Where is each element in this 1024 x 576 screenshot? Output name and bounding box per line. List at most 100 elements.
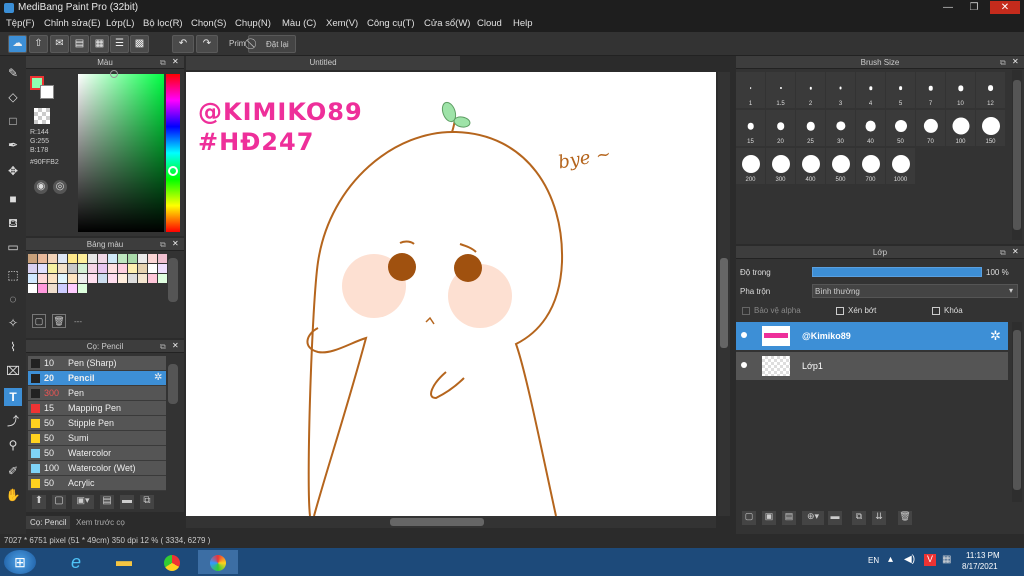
layer-scrollbar[interactable] <box>1012 322 1022 502</box>
palette-swatch[interactable] <box>118 264 127 273</box>
hue-slider[interactable] <box>166 74 180 232</box>
palette-swatch[interactable] <box>128 264 137 273</box>
new-palette-icon[interactable]: ▢ <box>32 314 46 328</box>
visibility-icon[interactable] <box>741 332 747 338</box>
palette-swatch[interactable] <box>38 274 47 283</box>
brush-size-cell[interactable]: 1000 <box>886 148 915 184</box>
brush-menu-icon[interactable]: ▣▾ <box>72 495 94 509</box>
select-tool-icon[interactable]: ⬚ <box>4 266 22 284</box>
brush-size-cell[interactable]: 3 <box>826 72 855 108</box>
trash-icon[interactable]: 🗑 <box>898 511 912 525</box>
redo-icon[interactable]: ↷ <box>196 35 218 53</box>
new-halftone-layer-icon[interactable]: ▣ <box>762 511 776 525</box>
palette-swatch[interactable] <box>38 284 47 293</box>
brush-item[interactable]: 300 Pen <box>28 386 166 401</box>
protect-alpha-checkbox[interactable] <box>742 307 750 315</box>
palette-swatch[interactable] <box>38 254 47 263</box>
brush-size-cell[interactable]: 100 <box>946 110 975 146</box>
palette-swatch[interactable] <box>88 254 97 263</box>
brush-settings-icon[interactable]: ▤ <box>100 495 114 509</box>
palette-swatch[interactable] <box>138 274 147 283</box>
text-tool-icon[interactable]: T <box>4 388 22 406</box>
palette-swatch[interactable] <box>48 284 57 293</box>
palette-swatch[interactable] <box>108 274 117 283</box>
chat-icon[interactable]: ✉ <box>50 35 69 53</box>
popout-icon[interactable]: ⧉ <box>1000 248 1006 258</box>
eyedropper-icon[interactable]: ⚲ <box>4 436 22 454</box>
tab-brush[interactable]: Cọ: Pencil <box>26 516 71 529</box>
new-1bit-layer-icon[interactable]: ▤ <box>782 511 796 525</box>
brush-size-cell[interactable]: 50 <box>886 110 915 146</box>
menu-capture[interactable]: Chụp(N) <box>235 18 271 29</box>
palette-swatch[interactable] <box>148 264 157 273</box>
folder-icon[interactable]: ▬ <box>120 495 134 509</box>
palette-swatch[interactable] <box>48 264 57 273</box>
operation-tool-icon[interactable]: ⤴ <box>4 412 22 430</box>
palette-swatch[interactable] <box>88 264 97 273</box>
bucket-tool-icon[interactable]: ⛾ <box>4 214 22 232</box>
panel-close-icon[interactable]: ✕ <box>172 57 179 66</box>
clip-checkbox[interactable] <box>836 307 844 315</box>
hue-cursor[interactable] <box>168 166 178 176</box>
brush-size-cell[interactable]: 7 <box>916 72 945 108</box>
menu-view[interactable]: Xem(V) <box>326 18 358 29</box>
palette-swatch[interactable] <box>98 254 107 263</box>
palette-swatch[interactable] <box>98 264 107 273</box>
new-layer-icon[interactable]: ▢ <box>742 511 756 525</box>
brush-size-cell[interactable]: 30 <box>826 110 855 146</box>
tab-brush-preview[interactable]: Xem trước cọ <box>72 516 129 529</box>
brush-size-cell[interactable]: 1 <box>736 72 765 108</box>
brush-size-grid[interactable]: 1 1.5 2 3 4 5 7 10 12 15 20 25 30 40 50 70 100 150 200 300 4… <box>736 72 1008 186</box>
folder-icon[interactable]: ▬ <box>828 511 842 525</box>
palette-swatch[interactable] <box>28 254 37 263</box>
brush-size-cell[interactable]: 12 <box>976 72 1005 108</box>
brush-size-cell[interactable]: 700 <box>856 148 885 184</box>
layer-row[interactable]: Lớp1 <box>736 352 1008 380</box>
palette-swatch[interactable] <box>148 254 157 263</box>
brush-scrollbar[interactable] <box>168 364 178 404</box>
palette-swatch[interactable] <box>48 274 57 283</box>
select-pen-icon[interactable]: ⌇ <box>4 338 22 356</box>
vertical-scrollbar[interactable] <box>718 72 730 516</box>
menu-window[interactable]: Cửa sổ(W) <box>424 18 470 29</box>
start-button-icon[interactable]: ⊞ <box>4 550 36 574</box>
palette-swatch[interactable] <box>58 274 67 283</box>
palette-swatch[interactable] <box>68 264 77 273</box>
popout-icon[interactable]: ⧉ <box>160 342 166 352</box>
palette-swatch[interactable] <box>148 274 157 283</box>
transparent-swatch[interactable] <box>34 108 50 124</box>
gear-icon[interactable]: ✲ <box>154 372 162 383</box>
medibang-taskbar-icon[interactable] <box>198 550 238 574</box>
palette-swatch[interactable] <box>138 254 147 263</box>
palette-swatch[interactable] <box>118 254 127 263</box>
brush-tool-icon[interactable]: ✎ <box>4 64 22 82</box>
panel-close-icon[interactable]: ✕ <box>1012 57 1019 66</box>
menu-layer[interactable]: Lớp(L) <box>106 18 134 29</box>
menu-filter[interactable]: Bộ lọc(R) <box>143 18 183 29</box>
menu-tools[interactable]: Công cụ(T) <box>367 18 415 29</box>
lasso-tool-icon[interactable]: ◌ <box>4 290 22 308</box>
brush-size-cell[interactable]: 15 <box>736 110 765 146</box>
background-color-swatch[interactable] <box>40 85 54 99</box>
folder-taskbar-icon[interactable]: ▬ <box>104 550 144 574</box>
popout-icon[interactable]: ⧉ <box>160 58 166 68</box>
panel-close-icon[interactable]: ✕ <box>1012 247 1019 256</box>
scroll-thumb[interactable] <box>720 258 728 348</box>
palette-swatch[interactable] <box>58 264 67 273</box>
brush-item-selected[interactable]: 20 Pencil ✲ <box>28 371 166 386</box>
sv-cursor[interactable] <box>110 70 118 78</box>
panel-close-icon[interactable]: ✕ <box>172 341 179 350</box>
ie-icon[interactable]: e <box>56 550 96 574</box>
pen-tool-icon[interactable]: ✒ <box>4 136 22 154</box>
gradient-tool-icon[interactable]: ▭ <box>4 238 22 256</box>
palette-swatch[interactable] <box>88 274 97 283</box>
palette-swatch[interactable] <box>118 274 127 283</box>
select-eraser-icon[interactable]: ⌧ <box>4 362 22 380</box>
palette-swatch[interactable] <box>68 274 77 283</box>
brush-size-cell[interactable]: 500 <box>826 148 855 184</box>
palette-swatch[interactable] <box>138 264 147 273</box>
palette-swatch[interactable] <box>28 264 37 273</box>
palette-swatch[interactable] <box>158 274 167 283</box>
palette-swatch[interactable] <box>38 264 47 273</box>
clock-time[interactable]: 11:13 PM <box>966 551 1000 560</box>
